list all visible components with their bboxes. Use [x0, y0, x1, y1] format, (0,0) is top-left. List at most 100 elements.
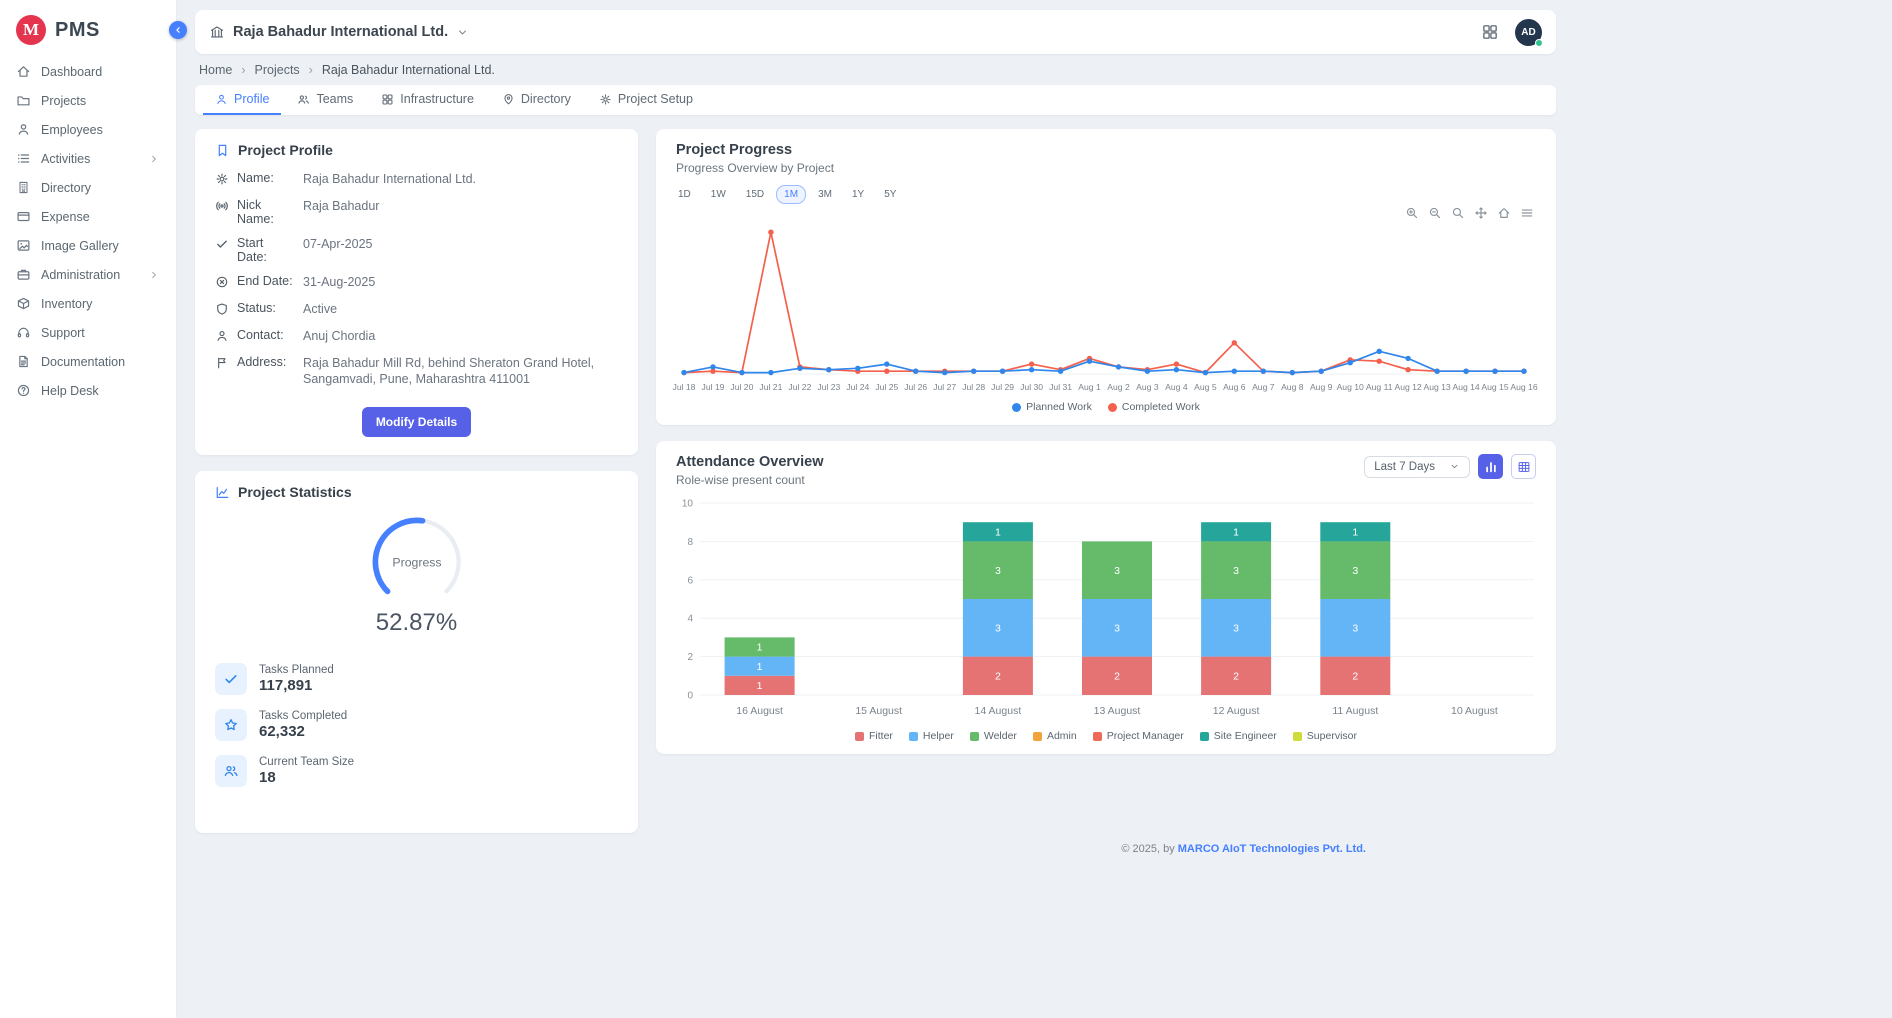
sidebar-item-support[interactable]: Support — [0, 318, 176, 347]
legend-label: Supervisor — [1307, 730, 1357, 742]
avatar[interactable]: AD — [1515, 19, 1542, 46]
breadcrumb-item-projects[interactable]: Projects — [255, 63, 300, 77]
svg-text:Jul 28: Jul 28 — [962, 382, 985, 392]
stat-tasks-completed: Tasks Completed62,332 — [215, 709, 618, 741]
svg-text:2: 2 — [687, 652, 693, 663]
legend-welder[interactable]: Welder — [970, 730, 1017, 742]
zoom-in-icon[interactable] — [1405, 206, 1419, 220]
legend-completed-work[interactable]: Completed Work — [1108, 401, 1200, 413]
user-icon — [215, 329, 229, 343]
field-value: Active — [303, 301, 337, 318]
tab-profile[interactable]: Profile — [203, 85, 281, 115]
svg-text:2: 2 — [1233, 670, 1239, 682]
legend-marker — [855, 732, 864, 741]
line-chart[interactable]: Jul 18Jul 19Jul 20Jul 21Jul 22Jul 23Jul … — [668, 206, 1544, 399]
x-circle-icon — [215, 275, 229, 289]
project-progress-card: Project Progress Progress Overview by Pr… — [656, 129, 1556, 425]
range-1d[interactable]: 1D — [670, 185, 699, 204]
attendance-subtitle: Role-wise present count — [676, 473, 823, 487]
sidebar-item-label: Expense — [41, 210, 90, 224]
range-1m[interactable]: 1M — [776, 185, 806, 204]
range-3m[interactable]: 3M — [810, 185, 840, 204]
check-icon — [223, 671, 239, 687]
sidebar-item-image-gallery[interactable]: Image Gallery — [0, 231, 176, 260]
breadcrumb-item-home[interactable]: Home — [199, 63, 232, 77]
legend-admin[interactable]: Admin — [1033, 730, 1077, 742]
tab-directory[interactable]: Directory — [490, 85, 583, 115]
sidebar-collapse-button[interactable] — [169, 21, 187, 39]
project-progress-header: Project Progress Progress Overview by Pr… — [656, 129, 1556, 175]
profile-field-nick-name: Nick Name: Raja Bahadur — [195, 193, 638, 231]
sidebar-item-projects[interactable]: Projects — [0, 86, 176, 115]
logo[interactable]: M PMS — [0, 0, 176, 57]
attendance-range-select[interactable]: Last 7 Days — [1364, 456, 1470, 478]
svg-text:Aug 10: Aug 10 — [1337, 382, 1364, 392]
modify-details-button[interactable]: Modify Details — [362, 407, 471, 437]
sidebar-item-label: Administration — [41, 268, 120, 282]
stat-label: Tasks Completed — [259, 710, 347, 722]
check-iconbox — [215, 663, 247, 695]
home-icon[interactable] — [1497, 206, 1511, 220]
tab-infrastructure[interactable]: Infrastructure — [369, 85, 486, 115]
star-icon — [223, 717, 239, 733]
range-1w[interactable]: 1W — [703, 185, 734, 204]
online-status-dot — [1535, 39, 1543, 47]
line-chart-area[interactable]: Jul 18Jul 19Jul 20Jul 21Jul 22Jul 23Jul … — [656, 204, 1556, 399]
tab-teams[interactable]: Teams — [285, 85, 365, 115]
menu-icon[interactable] — [1520, 206, 1534, 220]
legend-project-manager[interactable]: Project Manager — [1093, 730, 1184, 742]
svg-text:1: 1 — [757, 680, 763, 692]
legend-supervisor[interactable]: Supervisor — [1293, 730, 1357, 742]
bar-chart-legend: Fitter Helper Welder Admin Project Manager Si… — [656, 728, 1556, 754]
sidebar-item-directory[interactable]: Directory — [0, 173, 176, 202]
svg-text:Aug 6: Aug 6 — [1223, 382, 1246, 392]
svg-text:Jul 30: Jul 30 — [1020, 382, 1043, 392]
chevron-right-icon — [148, 269, 160, 281]
users-iconbox — [215, 755, 247, 787]
broadcast-icon — [215, 199, 229, 213]
sidebar-item-dashboard[interactable]: Dashboard — [0, 57, 176, 86]
company-selector[interactable]: Raja Bahadur International Ltd. — [209, 24, 469, 40]
sidebar-item-label: Activities — [41, 152, 90, 166]
panning-icon[interactable] — [1474, 206, 1488, 220]
sidebar-item-label: Documentation — [41, 355, 125, 369]
tab-project-setup[interactable]: Project Setup — [587, 85, 705, 115]
company-icon — [209, 24, 225, 40]
footer-link[interactable]: MARCO AIoT Technologies Pvt. Ltd. — [1178, 843, 1366, 855]
progress-gauge-value: 52.87% — [376, 609, 457, 637]
range-1y[interactable]: 1Y — [844, 185, 872, 204]
chart-view-button[interactable] — [1478, 454, 1503, 479]
sidebar-item-expense[interactable]: Expense — [0, 202, 176, 231]
tab-label: Directory — [521, 92, 571, 106]
stat-text: Tasks Planned117,891 — [259, 664, 334, 694]
zoom-out-icon[interactable] — [1428, 206, 1442, 220]
sidebar-item-activities[interactable]: Activities — [0, 144, 176, 173]
legend-site-engineer[interactable]: Site Engineer — [1200, 730, 1277, 742]
svg-text:Jul 29: Jul 29 — [991, 382, 1014, 392]
apps-grid-icon[interactable] — [1481, 23, 1499, 41]
sidebar-item-help-desk[interactable]: Help Desk — [0, 376, 176, 405]
range-5y[interactable]: 5Y — [876, 185, 904, 204]
legend-planned-work[interactable]: Planned Work — [1012, 401, 1092, 413]
tab-label: Teams — [316, 92, 353, 106]
field-value: Raja Bahadur — [303, 198, 379, 215]
project-statistics-card: Project Statistics Progress 52.87% Tasks… — [195, 471, 638, 833]
company-name: Raja Bahadur International Ltd. — [233, 24, 448, 40]
svg-text:12 August: 12 August — [1213, 705, 1260, 717]
time-range-selector: 1D1W15D1M3M1Y5Y — [670, 185, 1556, 204]
legend-fitter[interactable]: Fitter — [855, 730, 893, 742]
sidebar-item-employees[interactable]: Employees — [0, 115, 176, 144]
sidebar-item-documentation[interactable]: Documentation — [0, 347, 176, 376]
legend-label: Fitter — [869, 730, 893, 742]
legend-helper[interactable]: Helper — [909, 730, 954, 742]
table-view-button[interactable] — [1511, 454, 1536, 479]
sidebar-item-administration[interactable]: Administration — [0, 260, 176, 289]
sidebar-item-inventory[interactable]: Inventory — [0, 289, 176, 318]
table-icon — [1517, 460, 1531, 474]
shield-icon — [215, 302, 229, 316]
bar-chart[interactable]: 024681011116 August15 August233114 Augus… — [656, 491, 1556, 728]
field-label: Nick Name: — [237, 198, 295, 226]
svg-text:3: 3 — [1352, 622, 1358, 634]
range-15d[interactable]: 15D — [738, 185, 772, 204]
selection-zoom-icon[interactable] — [1451, 206, 1465, 220]
